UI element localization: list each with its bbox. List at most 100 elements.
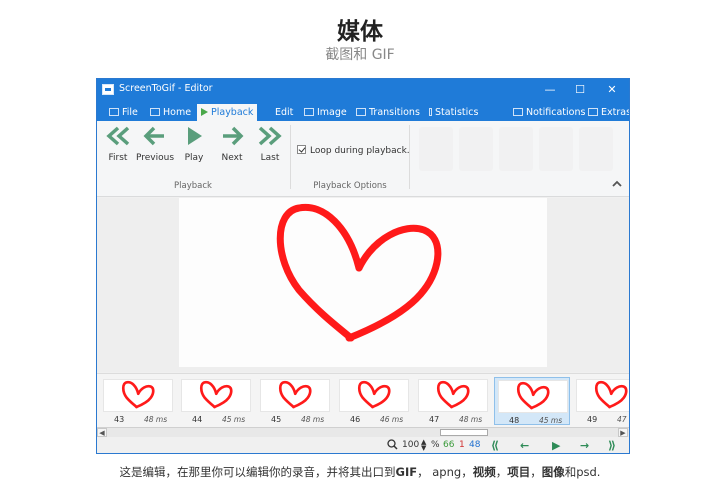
play-button[interactable]: Play	[175, 125, 213, 163]
frame-number: 48	[509, 416, 520, 425]
home-icon	[150, 108, 160, 116]
frame-thumbnail	[498, 380, 568, 413]
tab-home[interactable]: Home	[146, 104, 195, 121]
frame-number: 46	[350, 415, 361, 424]
file-icon	[109, 108, 119, 116]
next-label: Next	[221, 153, 243, 163]
frame-thumbnail	[103, 379, 173, 412]
frame-number: 44	[192, 415, 203, 424]
ribbon-tabs: File Home Playback Edit Image Transition…	[97, 101, 629, 121]
disabled-tool	[579, 127, 613, 171]
last-label: Last	[260, 153, 280, 163]
close-button[interactable]: ✕	[597, 81, 627, 99]
frame-thumbnail	[576, 379, 629, 412]
status-previous-icon[interactable]: ←	[520, 440, 529, 451]
tab-image[interactable]: Image	[300, 104, 351, 121]
frame-item[interactable]: 45 48 ms	[257, 377, 333, 425]
previous-label: Previous	[136, 153, 175, 163]
frame-canvas[interactable]	[179, 198, 547, 367]
frame-delay: 48 ms	[144, 415, 168, 424]
scroll-right-icon[interactable]: ▶	[618, 428, 628, 437]
caption-text: 和psd.	[564, 465, 601, 479]
heart-thumb	[121, 380, 155, 409]
tab-playback-label: Playback	[211, 107, 254, 118]
zoom-percent: %	[431, 440, 440, 450]
frame-delay: 46 ms	[380, 415, 404, 424]
statistics-icon	[429, 108, 432, 116]
loop-checkbox[interactable]: Loop during playback.	[297, 145, 410, 156]
frame-number: 47	[429, 415, 440, 424]
status-last-icon[interactable]: ⟫	[608, 440, 616, 451]
collapse-ribbon-icon[interactable]	[612, 179, 622, 189]
scroll-left-icon[interactable]: ◀	[97, 428, 107, 437]
disabled-tool	[459, 127, 493, 171]
transitions-icon	[356, 108, 366, 116]
tab-edit[interactable]: Edit	[271, 104, 297, 121]
previous-button[interactable]: Previous	[136, 125, 174, 163]
tab-file[interactable]: File	[105, 104, 142, 121]
caption-bold: 视频	[472, 465, 496, 479]
frame-delay: 45 ms	[222, 415, 246, 424]
loop-label: Loop during playback.	[310, 146, 410, 156]
frame-item[interactable]: 47 48 ms	[415, 377, 491, 425]
page-heading: 媒体	[337, 19, 383, 45]
tab-statistics[interactable]: Statistics	[425, 104, 482, 121]
zoom-stepper-icon[interactable]: ▲ ▼	[421, 439, 426, 452]
playback-options-group-label: Playback Options	[313, 181, 387, 191]
frame-delay: 45 ms	[539, 416, 563, 425]
caption-text: ，	[495, 465, 508, 479]
ribbon-separator	[409, 125, 410, 189]
frame-item[interactable]: 44 45 ms	[178, 377, 254, 425]
notifications-label: Notifications	[526, 107, 586, 118]
first-button[interactable]: First	[99, 125, 137, 163]
caption-text: ，	[530, 465, 542, 479]
extras-button[interactable]: Extras	[584, 104, 630, 121]
frame-number: 43	[114, 415, 125, 424]
frame-strip: 43 48 ms 44 45 ms 45 48 ms 46 46 ms 47 4…	[97, 373, 629, 427]
zoom-value[interactable]: 100	[402, 440, 419, 450]
page-caption: 这是编辑，在那里你可以编辑你的录音，并将其出口到GIF， apng，视频，项目，…	[0, 464, 720, 480]
heart-thumb	[199, 380, 233, 409]
frame-item[interactable]: 43 48 ms	[100, 377, 176, 425]
notifications-button[interactable]: Notifications	[509, 104, 589, 121]
status-first-icon[interactable]: ⟪	[491, 440, 499, 451]
caption-text: 这是编辑，在那里你可以编辑你的录音，并将其出口到	[119, 465, 396, 479]
minimize-button[interactable]: —	[535, 81, 565, 99]
playback-group-label: Playback	[174, 181, 212, 191]
tab-edit-label: Edit	[275, 107, 294, 118]
frame-thumbnail	[181, 379, 251, 412]
next-button[interactable]: Next	[213, 125, 251, 163]
ribbon-panel: First Previous Play Next Last Playback L…	[97, 121, 629, 197]
status-play-icon[interactable]: ▶	[552, 440, 560, 451]
scroll-thumb[interactable]	[440, 429, 488, 436]
play-icon	[188, 127, 202, 145]
editor-window: ScreenToGif - Editor — ☐ ✕ File Home Pla…	[96, 78, 630, 454]
frame-item[interactable]: 46 46 ms	[336, 377, 412, 425]
heart-thumb	[436, 380, 470, 409]
tab-playback[interactable]: Playback	[197, 104, 258, 121]
tab-transitions[interactable]: Transitions	[352, 104, 424, 121]
extras-label: Extras	[601, 107, 630, 118]
disabled-tool	[419, 127, 453, 171]
heart-thumb	[357, 380, 391, 409]
maximize-button[interactable]: ☐	[565, 81, 595, 99]
caption-bold: 项目	[507, 465, 531, 479]
frame-thumbnail	[260, 379, 330, 412]
horizontal-scrollbar[interactable]: ◀ ▶	[97, 427, 629, 437]
play-tab-icon	[201, 108, 208, 116]
frame-delay: 48 ms	[301, 415, 325, 424]
selected-frame-count: 1	[459, 440, 465, 450]
next-icon	[223, 126, 244, 146]
frame-item-selected[interactable]: 48 45 ms	[494, 377, 570, 425]
disabled-tool	[539, 127, 573, 171]
caption-bold: GIF	[395, 465, 418, 479]
status-bar: 100 ▲ ▼ % 66 1 48 ⟪ ← ▶ → ⟫	[97, 437, 629, 453]
tab-file-label: File	[122, 107, 138, 118]
last-button[interactable]: Last	[251, 125, 289, 163]
page-subheading: 截图和 GIF	[325, 47, 395, 63]
frame-item[interactable]: 49 47	[573, 377, 629, 425]
status-next-icon[interactable]: →	[580, 440, 589, 451]
tab-statistics-label: Statistics	[435, 107, 479, 118]
frame-thumbnail	[418, 379, 488, 412]
title-bar[interactable]: ScreenToGif - Editor — ☐ ✕	[97, 79, 629, 101]
